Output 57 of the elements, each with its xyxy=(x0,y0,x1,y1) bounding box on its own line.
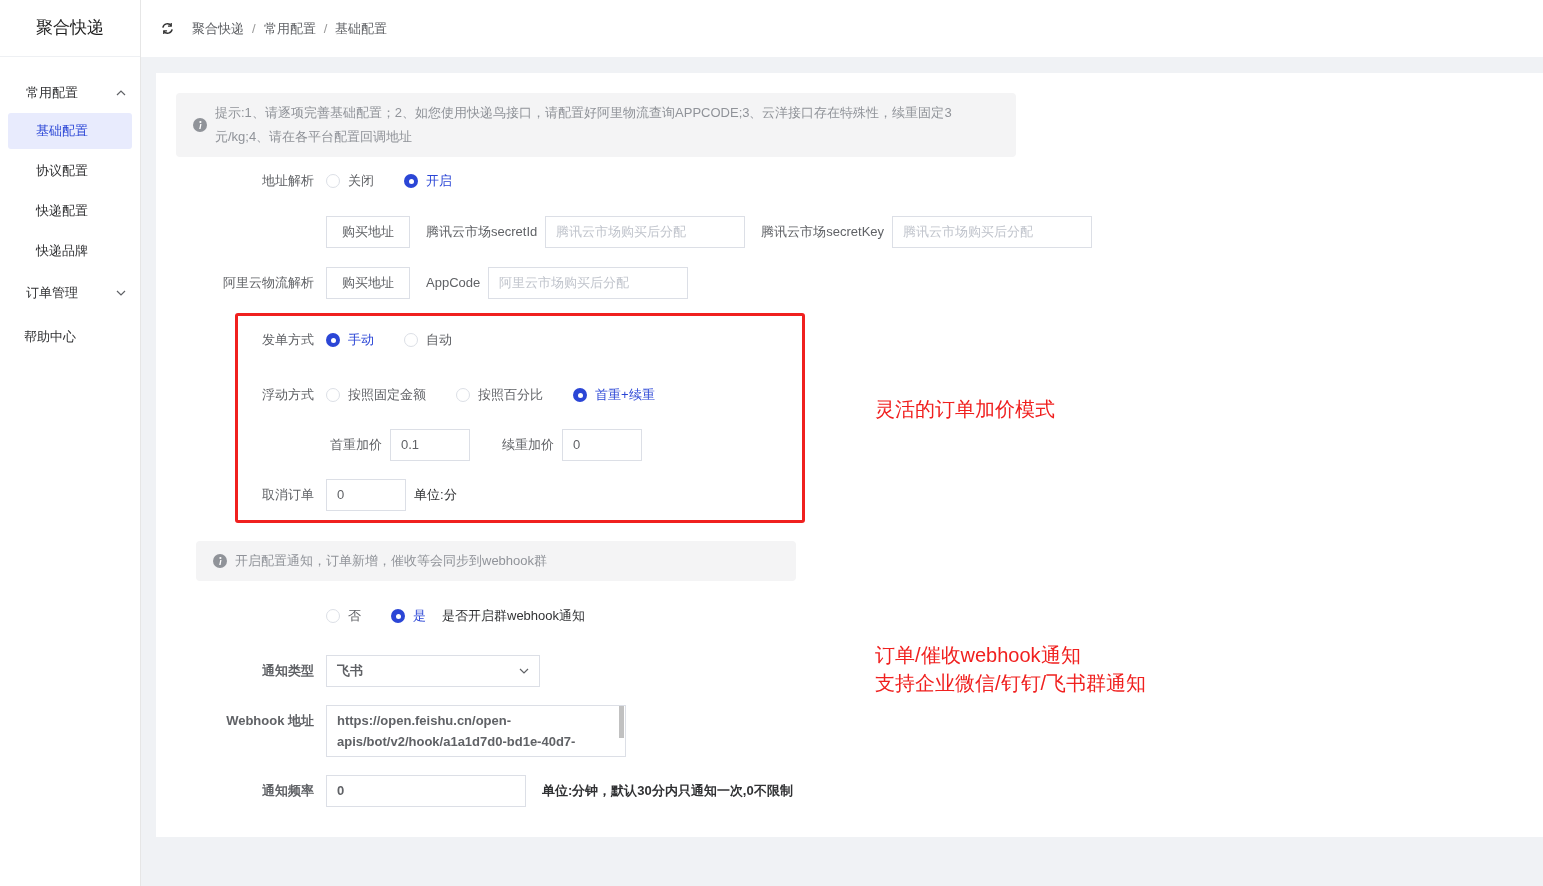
radio-option[interactable]: 自动 xyxy=(404,330,452,350)
field-label: AppCode xyxy=(426,274,481,293)
menu-group[interactable]: 订单管理 xyxy=(0,273,140,313)
annotation-text: 灵活的订单加价模式 xyxy=(875,397,1055,422)
field-label: 阿里云物流解析 xyxy=(222,274,314,293)
annotation-text: 订单/催收webhook通知 支持企业微信/钉钉/飞书群通知 xyxy=(875,643,1147,696)
breadcrumb-link[interactable]: 基础配置 xyxy=(335,18,388,39)
field-label: 通知类型 xyxy=(261,662,314,681)
scrollbar-thumb[interactable] xyxy=(619,706,624,738)
breadcrumb-link[interactable]: 聚合快递 xyxy=(192,18,244,39)
input-field[interactable]: 0 xyxy=(562,429,642,461)
menu-item[interactable]: 帮助中心 xyxy=(0,313,140,361)
refresh-icon[interactable] xyxy=(161,22,174,35)
radio-option[interactable]: 按照固定金额 xyxy=(326,385,426,405)
buy-button[interactable]: 购买地址 xyxy=(326,267,410,299)
field-label: 腾讯云市场secretId xyxy=(426,223,538,242)
menu-item[interactable]: 快递品牌 xyxy=(8,233,132,269)
radio-option[interactable]: 按照百分比 xyxy=(456,385,543,405)
select-field[interactable]: 飞书 xyxy=(326,655,540,687)
input-field[interactable]: 0.1 xyxy=(390,429,470,461)
chevron-down-icon xyxy=(519,668,529,674)
radio-option[interactable]: 手动 xyxy=(326,330,374,350)
input-field[interactable]: 0 xyxy=(326,775,526,807)
chevron-down-icon xyxy=(116,290,126,296)
radio-option[interactable]: 是 xyxy=(391,606,426,626)
field-label: 发单方式 xyxy=(261,331,314,350)
menu-group[interactable]: 常用配置 xyxy=(0,73,140,113)
field-label: 首重加价 xyxy=(330,436,382,455)
menu-item[interactable]: 基础配置 xyxy=(8,113,132,149)
info-icon xyxy=(193,118,207,132)
info-icon xyxy=(213,554,227,568)
field-label: 地址解析 xyxy=(261,172,314,191)
field-label: 取消订单 xyxy=(261,486,314,505)
hint-text: 单位:分钟，默认30分内只通知一次,0不限制 xyxy=(542,782,793,801)
radio-option[interactable]: 首重+续重 xyxy=(573,385,655,405)
buy-button[interactable]: 购买地址 xyxy=(326,216,410,248)
field-label: 浮动方式 xyxy=(261,386,314,405)
radio-option[interactable]: 开启 xyxy=(404,171,452,191)
field-label: 通知频率 xyxy=(261,782,314,801)
app-logo-text: 聚合快递 xyxy=(36,17,104,40)
breadcrumb-separator: / xyxy=(252,19,256,38)
unit-text: 单位:分 xyxy=(414,486,457,505)
menu-item[interactable]: 快递配置 xyxy=(8,193,132,229)
breadcrumb-link[interactable]: 常用配置 xyxy=(263,18,316,39)
breadcrumb-separator: / xyxy=(323,19,328,38)
field-label: Webhook 地址 xyxy=(225,712,314,730)
radio-option[interactable]: 否 xyxy=(326,606,361,626)
toggle-description: 是否开启群webhook通知 xyxy=(442,607,586,626)
input-field[interactable]: 0 xyxy=(326,479,406,511)
tip-banner: 开启配置通知，订单新增，催收等会同步到webhook群 xyxy=(196,541,796,581)
field-label: 腾讯云市场secretKey xyxy=(761,223,885,242)
chevron-up-icon xyxy=(116,90,126,96)
field-label: 续重加价 xyxy=(502,436,554,455)
menu-item[interactable]: 协议配置 xyxy=(8,153,132,189)
tip-banner: 提示:1、请逐项完善基础配置；2、如您使用快递鸟接口，请配置好阿里物流查询APPCODE;3、云洋接口存在特殊性，续重固定3元/kg;4、请在各平台配置回调地址 xyxy=(176,93,1016,157)
radio-option[interactable]: 关闭 xyxy=(326,171,374,191)
textarea-field[interactable]: https://open.feishu.cn/open-apis/bot/v2/hook/a1a1d7d0-bd1e-40d7- xyxy=(326,705,626,757)
